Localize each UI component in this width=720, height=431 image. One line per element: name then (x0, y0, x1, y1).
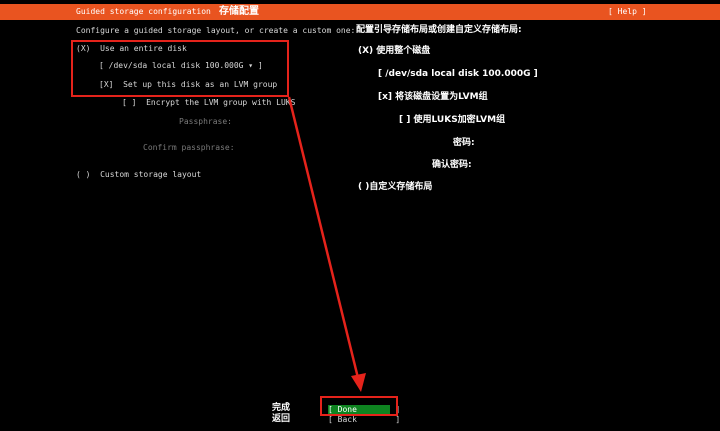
annotation-done: 完成 (272, 403, 291, 413)
back-button[interactable]: [ Back ] (328, 415, 400, 425)
annotation-arrow (287, 96, 366, 392)
annotation-back: 返回 (272, 414, 291, 424)
annotation-box-done (320, 396, 398, 416)
